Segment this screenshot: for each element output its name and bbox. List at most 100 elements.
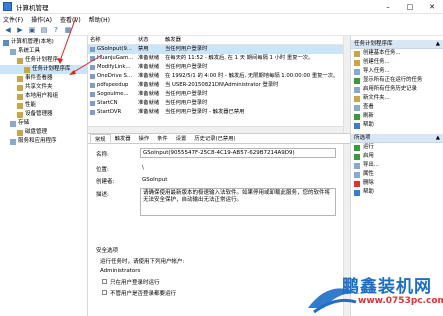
task-status: 准备就绪: [138, 73, 160, 79]
forward-icon[interactable]: ▶: [15, 25, 25, 35]
actions-section-selected[interactable]: 所选项 ▲: [351, 134, 443, 143]
action-label: 帮助: [363, 122, 374, 128]
task-list-horizontal-scrollbar[interactable]: [88, 126, 343, 133]
tree-item-label: 计算机管理(本地): [11, 39, 54, 45]
help-icon[interactable]: ?: [51, 25, 61, 35]
menu-help[interactable]: 帮助(H): [89, 15, 110, 24]
action-item[interactable]: 创建基本任务...: [351, 49, 443, 58]
description-field[interactable]: 请确保使用最新版本的极速输入法软件。如果停用或卸载此服务，您的软件将无法安全保护…: [140, 188, 336, 216]
task-status: 准备就绪: [138, 82, 160, 88]
action-icon: [354, 104, 360, 111]
action-item[interactable]: 查看: [351, 103, 443, 112]
action-item[interactable]: 启用所有任务历史记录: [351, 85, 443, 94]
show-hide-tree-icon[interactable]: ▤: [39, 25, 49, 35]
action-item[interactable]: 显示所有正在运行的任务: [351, 76, 443, 85]
action-label: 属性: [363, 171, 374, 177]
tree-item[interactable]: 服务和应用程序: [0, 137, 87, 146]
collapse-arrow-icon[interactable]: ▲: [436, 134, 440, 142]
up-folder-icon[interactable]: ▣: [27, 25, 37, 35]
task-row[interactable]: HuanjuGam... 准备就绪 在每天的 11:52 - 触发后, 在 1 天 …: [88, 54, 350, 63]
minimize-icon[interactable]: –: [377, 0, 399, 14]
action-item[interactable]: 创建任务...: [351, 58, 443, 67]
tab-general[interactable]: 常规: [90, 134, 111, 143]
action-icon: [354, 50, 360, 57]
properties-icon[interactable]: ▦: [63, 25, 73, 35]
action-label: 显示所有正在运行的任务: [363, 77, 423, 83]
tab-settings[interactable]: 设置: [172, 134, 191, 143]
column-header-name[interactable]: 名称: [88, 36, 136, 44]
tree-item[interactable]: 性能: [0, 101, 87, 110]
task-row[interactable]: pdfspeedup 准备就绪当 USER-20150821DN\Administ…: [88, 81, 350, 90]
action-item[interactable]: 运行: [351, 143, 443, 152]
task-row[interactable]: OneDrive S... 准备就绪在 1992/5/1 的 4:00 时 - 触…: [88, 72, 350, 81]
action-item[interactable]: 导入任务...: [351, 67, 443, 76]
menu-file[interactable]: 文件(F): [3, 15, 23, 24]
action-icon: [354, 113, 360, 120]
menu-view[interactable]: 查看(V): [60, 15, 81, 24]
back-icon[interactable]: ◀: [3, 25, 13, 35]
action-label: 导入任务...: [363, 68, 390, 74]
task-row[interactable]: SogouIme... 准备就绪 当任何用户登录时: [88, 90, 350, 99]
tree-item-label: 任务计划程序库: [32, 66, 71, 72]
action-icon: [354, 77, 360, 84]
tab-triggers[interactable]: 触发器: [111, 134, 135, 143]
location-label: 位置:: [96, 167, 109, 173]
tree-item[interactable]: 系统工具: [0, 47, 87, 56]
run-as-label: 运行任务时，请使用下列用户帐户:: [100, 259, 185, 265]
tree-item[interactable]: 计算机管理(本地): [0, 38, 87, 47]
tree-item[interactable]: 事件查看器: [0, 74, 87, 83]
menu-action[interactable]: 操作(A): [31, 15, 52, 24]
column-header-status[interactable]: 状态: [136, 36, 163, 44]
tree-item[interactable]: 共享文件夹: [0, 83, 87, 92]
action-item[interactable]: 启用: [351, 152, 443, 161]
actions-list-selected: 运行 启用 导出... 属性删除 帮助: [351, 143, 443, 197]
location-value: \: [142, 165, 144, 171]
run-whether-logged-on-radio[interactable]: [102, 290, 107, 295]
task-row[interactable]: StartCN 准备就绪 当任何用户登录时: [88, 99, 350, 108]
collapse-arrow-icon[interactable]: ▲: [436, 40, 440, 48]
tree-item[interactable]: 磁盘管理: [0, 128, 87, 137]
console-tree: 计算机管理(本地) 系统工具 任务计划程序 任务计划程序库事件查看器 共享文件夹 本地用户…: [0, 36, 88, 316]
tab-conditions[interactable]: 条件: [153, 134, 172, 143]
action-label: 创建基本任务...: [363, 50, 401, 56]
task-row[interactable]: GSoInput(9... 禁用 当任何用户登录时: [88, 45, 350, 54]
action-item[interactable]: 导出...: [351, 161, 443, 170]
tree-node-icon: [17, 102, 23, 109]
action-icon: [354, 122, 360, 129]
task-list-vertical-scrollbar[interactable]: [343, 36, 350, 133]
task-status: 禁用: [138, 46, 149, 52]
tree-item[interactable]: 本地用户和组: [0, 92, 87, 101]
actions-section-library-title: 任务计划程序库: [354, 41, 393, 47]
close-icon[interactable]: ✕: [421, 0, 443, 14]
action-label: 刷新: [363, 113, 374, 119]
task-list-header: 名称 状态 触发器: [88, 36, 350, 45]
task-row[interactable]: StartDVR 准备就绪 当任何用户登录时 - 触发器已禁用: [88, 108, 350, 117]
tree-item[interactable]: 设备管理器: [0, 110, 87, 119]
tree-item[interactable]: 任务计划程序库: [0, 65, 87, 74]
tree-node-icon: [17, 111, 23, 118]
tree-item[interactable]: 任务计划程序: [0, 56, 87, 65]
tab-actions[interactable]: 操作: [135, 134, 154, 143]
action-item[interactable]: 新文件夹...: [351, 94, 443, 103]
description-label: 描述:: [96, 192, 109, 198]
action-item[interactable]: 删除: [351, 179, 443, 188]
name-field[interactable]: GSoInput(9055547F-25C8-4C19-AB57-629B721…: [140, 148, 336, 158]
tree-item-label: 性能: [25, 102, 37, 108]
actions-section-library[interactable]: 任务计划程序库 ▲: [351, 40, 443, 49]
tree-item[interactable]: 存储: [0, 119, 87, 128]
run-only-logged-on-radio[interactable]: [102, 279, 107, 284]
maximize-icon[interactable]: □: [399, 0, 421, 14]
column-header-trigger[interactable]: 触发器: [163, 36, 340, 44]
action-icon: [354, 95, 360, 102]
tree-item-label: 磁盘管理: [25, 129, 48, 135]
task-row[interactable]: ModifyLink... 准备就绪 当任何用户登录时: [88, 63, 350, 72]
action-item[interactable]: 帮助: [351, 188, 443, 197]
task-status: 准备就绪: [138, 91, 160, 97]
action-icon: [354, 171, 360, 178]
tab-history[interactable]: 历史记录(已禁用): [190, 134, 239, 143]
action-item[interactable]: 刷新: [351, 112, 443, 121]
task-trigger: 当任何用户登录时: [165, 100, 208, 106]
task-trigger: 在 1992/5/1 的 4:00 时 - 触发后, 无限期地每隔 1.00:0…: [165, 73, 339, 79]
action-item[interactable]: 属性: [351, 170, 443, 179]
action-item[interactable]: 帮助: [351, 121, 443, 130]
